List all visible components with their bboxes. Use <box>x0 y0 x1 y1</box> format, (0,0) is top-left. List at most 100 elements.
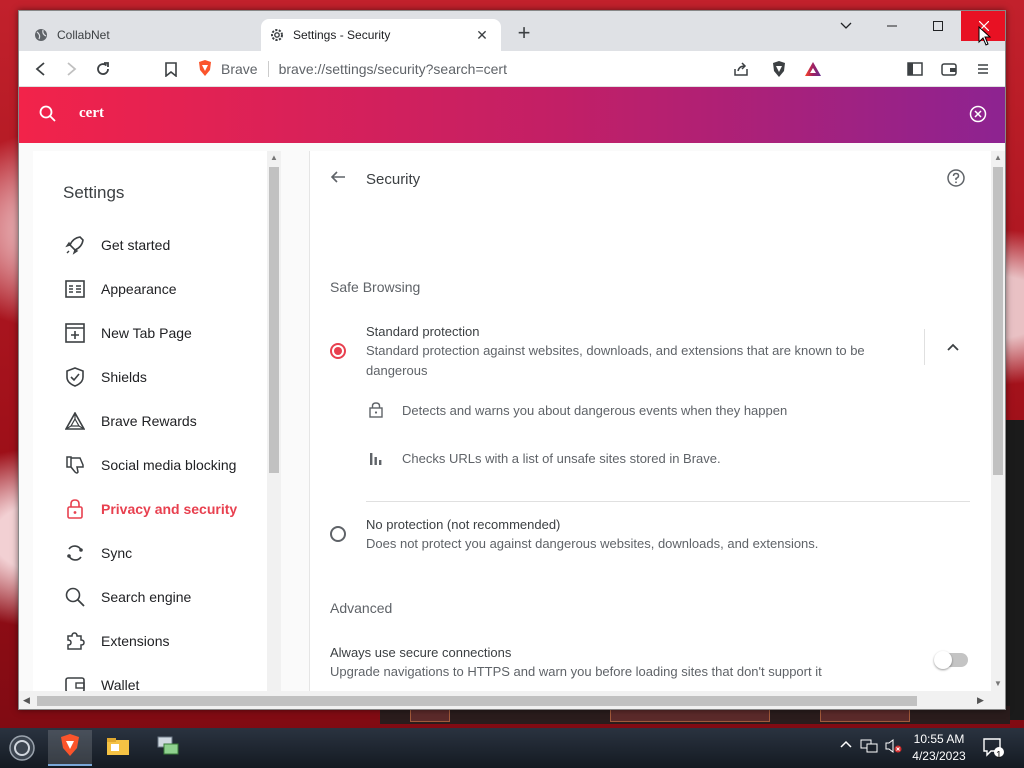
sidebar-item-shields[interactable]: Shields <box>63 363 147 391</box>
clear-search-icon[interactable] <box>969 105 987 128</box>
browser-window: CollabNet Settings - Security ✕ + Brave … <box>18 10 1006 710</box>
secure-connections-toggle[interactable] <box>934 651 968 669</box>
sidebar-item-social-media-blocking[interactable]: Social media blocking <box>63 451 236 479</box>
sidebar-item-label: Sync <box>101 545 133 561</box>
sidebar-item-sync[interactable]: Sync <box>63 539 132 567</box>
sidebar-scroll-thumb[interactable] <box>269 167 279 473</box>
rewards-icon <box>63 409 87 433</box>
no-protection-description: Does not protect you against dangerous w… <box>366 536 819 551</box>
sync-icon <box>63 541 87 565</box>
collapse-button[interactable] <box>924 329 980 365</box>
minimize-button[interactable] <box>869 11 915 41</box>
appearance-icon <box>63 277 87 301</box>
tab-search-chevron-icon[interactable] <box>823 11 869 41</box>
sidebar-scrollbar[interactable]: ▲ <box>267 151 281 691</box>
sidebar-item-get-started[interactable]: Get started <box>63 231 170 259</box>
search-engine-icon <box>63 585 87 609</box>
brave-shields-button[interactable] <box>767 57 791 81</box>
gear-icon <box>269 27 285 43</box>
bookmark-icon[interactable] <box>159 57 183 81</box>
help-icon[interactable] <box>947 169 965 192</box>
rocket-icon <box>63 233 87 257</box>
brave-shield-icon[interactable] <box>197 59 213 80</box>
sidebar-item-appearance[interactable]: Appearance <box>63 275 177 303</box>
settings-content: Settings Get started Appearance New Tab … <box>19 143 1005 691</box>
main-scroll-thumb[interactable] <box>993 167 1003 475</box>
new-tab-button[interactable]: + <box>513 22 535 45</box>
detail-row-detects: Detects and warns you about dangerous ev… <box>366 398 787 422</box>
sidebar-item-label: Social media blocking <box>101 457 237 473</box>
site-name: Brave <box>221 61 269 77</box>
sidebar-item-search-engine[interactable]: Search engine <box>63 583 191 611</box>
sidebar-item-wallet[interactable]: Wallet <box>63 671 139 691</box>
start-button[interactable] <box>0 730 44 766</box>
settings-search-input[interactable]: cert <box>79 105 104 122</box>
scroll-down-icon[interactable]: ▼ <box>994 679 1002 688</box>
reload-button[interactable] <box>91 57 115 81</box>
share-icon[interactable] <box>729 57 753 81</box>
tray-chevron-icon[interactable] <box>840 738 852 752</box>
bar-chart-icon <box>366 451 386 465</box>
folder-icon <box>106 736 130 761</box>
sidebar-item-label: Extensions <box>101 633 170 649</box>
sidebar-item-label: Appearance <box>101 281 177 297</box>
wallet-toolbar-icon[interactable] <box>937 57 961 81</box>
scroll-up-icon[interactable]: ▲ <box>270 153 278 162</box>
sidebar-toggle-icon[interactable] <box>903 57 927 81</box>
forward-button[interactable] <box>59 57 83 81</box>
globe-icon <box>33 27 49 43</box>
tab-close-icon[interactable]: ✕ <box>473 26 491 44</box>
sidebar-item-label: Shields <box>101 369 147 385</box>
brave-rewards-icon[interactable] <box>801 57 825 81</box>
horizontal-scrollbar[interactable]: ◀ ▶ <box>19 691 1005 709</box>
sidebar-item-privacy-and-security[interactable]: Privacy and security <box>63 495 237 523</box>
sidebar-item-label: Privacy and security <box>101 501 238 517</box>
settings-search-bar: cert <box>19 87 1005 143</box>
url-text[interactable]: brave://settings/security?search=cert <box>279 61 507 77</box>
search-icon <box>39 105 57 128</box>
menu-icon[interactable] <box>971 57 995 81</box>
sidebar-item-brave-rewards[interactable]: Brave Rewards <box>63 407 197 435</box>
sidebar-item-extensions[interactable]: Extensions <box>63 627 169 655</box>
tab-collabnet[interactable]: CollabNet <box>25 19 261 51</box>
taskbar: 10:55 AM 4/23/2023 1 <box>0 728 1024 768</box>
sidebar-item-label: New Tab Page <box>101 325 192 341</box>
clock-time: 10:55 AM <box>913 732 965 746</box>
no-protection-radio[interactable] <box>330 526 346 542</box>
clock[interactable]: 10:55 AM 4/23/2023 <box>904 731 974 765</box>
tab-title: Settings - Security <box>293 28 391 42</box>
taskbar-explorer-button[interactable] <box>96 730 140 766</box>
volume-muted-icon[interactable] <box>884 738 902 757</box>
sidebar-item-new-tab-page[interactable]: New Tab Page <box>63 319 192 347</box>
sidebar-title: Settings <box>63 183 125 202</box>
shield-icon <box>63 365 87 389</box>
taskbar-app-button[interactable] <box>146 730 190 766</box>
sidebar-item-label: Brave Rewards <box>101 413 197 429</box>
network-icon[interactable] <box>860 738 878 757</box>
detail-row-checks-urls: Checks URLs with a list of unsafe sites … <box>366 446 721 470</box>
maximize-button[interactable] <box>915 11 961 41</box>
horizontal-scroll-thumb[interactable] <box>37 696 917 706</box>
back-arrow-icon[interactable] <box>330 169 346 190</box>
address-bar[interactable]: Brave brave://settings/security?search=c… <box>197 54 787 84</box>
main-scrollbar[interactable]: ▲ ▼ <box>991 151 1005 691</box>
lock-icon <box>366 402 386 418</box>
settings-sidebar: Settings Get started Appearance New Tab … <box>33 151 267 691</box>
scroll-left-icon[interactable]: ◀ <box>23 695 30 706</box>
scroll-up-icon[interactable]: ▲ <box>994 153 1002 162</box>
wallet-icon <box>63 673 87 691</box>
advanced-heading: Advanced <box>330 600 393 616</box>
detail-text: Detects and warns you about dangerous ev… <box>402 402 788 418</box>
back-button[interactable] <box>29 57 53 81</box>
standard-protection-radio[interactable] <box>330 343 346 359</box>
notification-count: 1 <box>996 750 1002 761</box>
brave-logo-icon <box>59 733 81 762</box>
secure-connections-description: Upgrade navigations to HTTPS and warn yo… <box>330 664 822 679</box>
sidebar-item-label: Get started <box>101 237 171 253</box>
secure-connections-title: Always use secure connections <box>330 645 512 660</box>
scroll-right-icon[interactable]: ▶ <box>977 695 984 706</box>
taskbar-brave-button[interactable] <box>48 730 92 766</box>
no-protection-title: No protection (not recommended) <box>366 517 561 532</box>
page-title: Security <box>366 171 421 188</box>
tab-settings-security[interactable]: Settings - Security ✕ <box>261 19 501 51</box>
